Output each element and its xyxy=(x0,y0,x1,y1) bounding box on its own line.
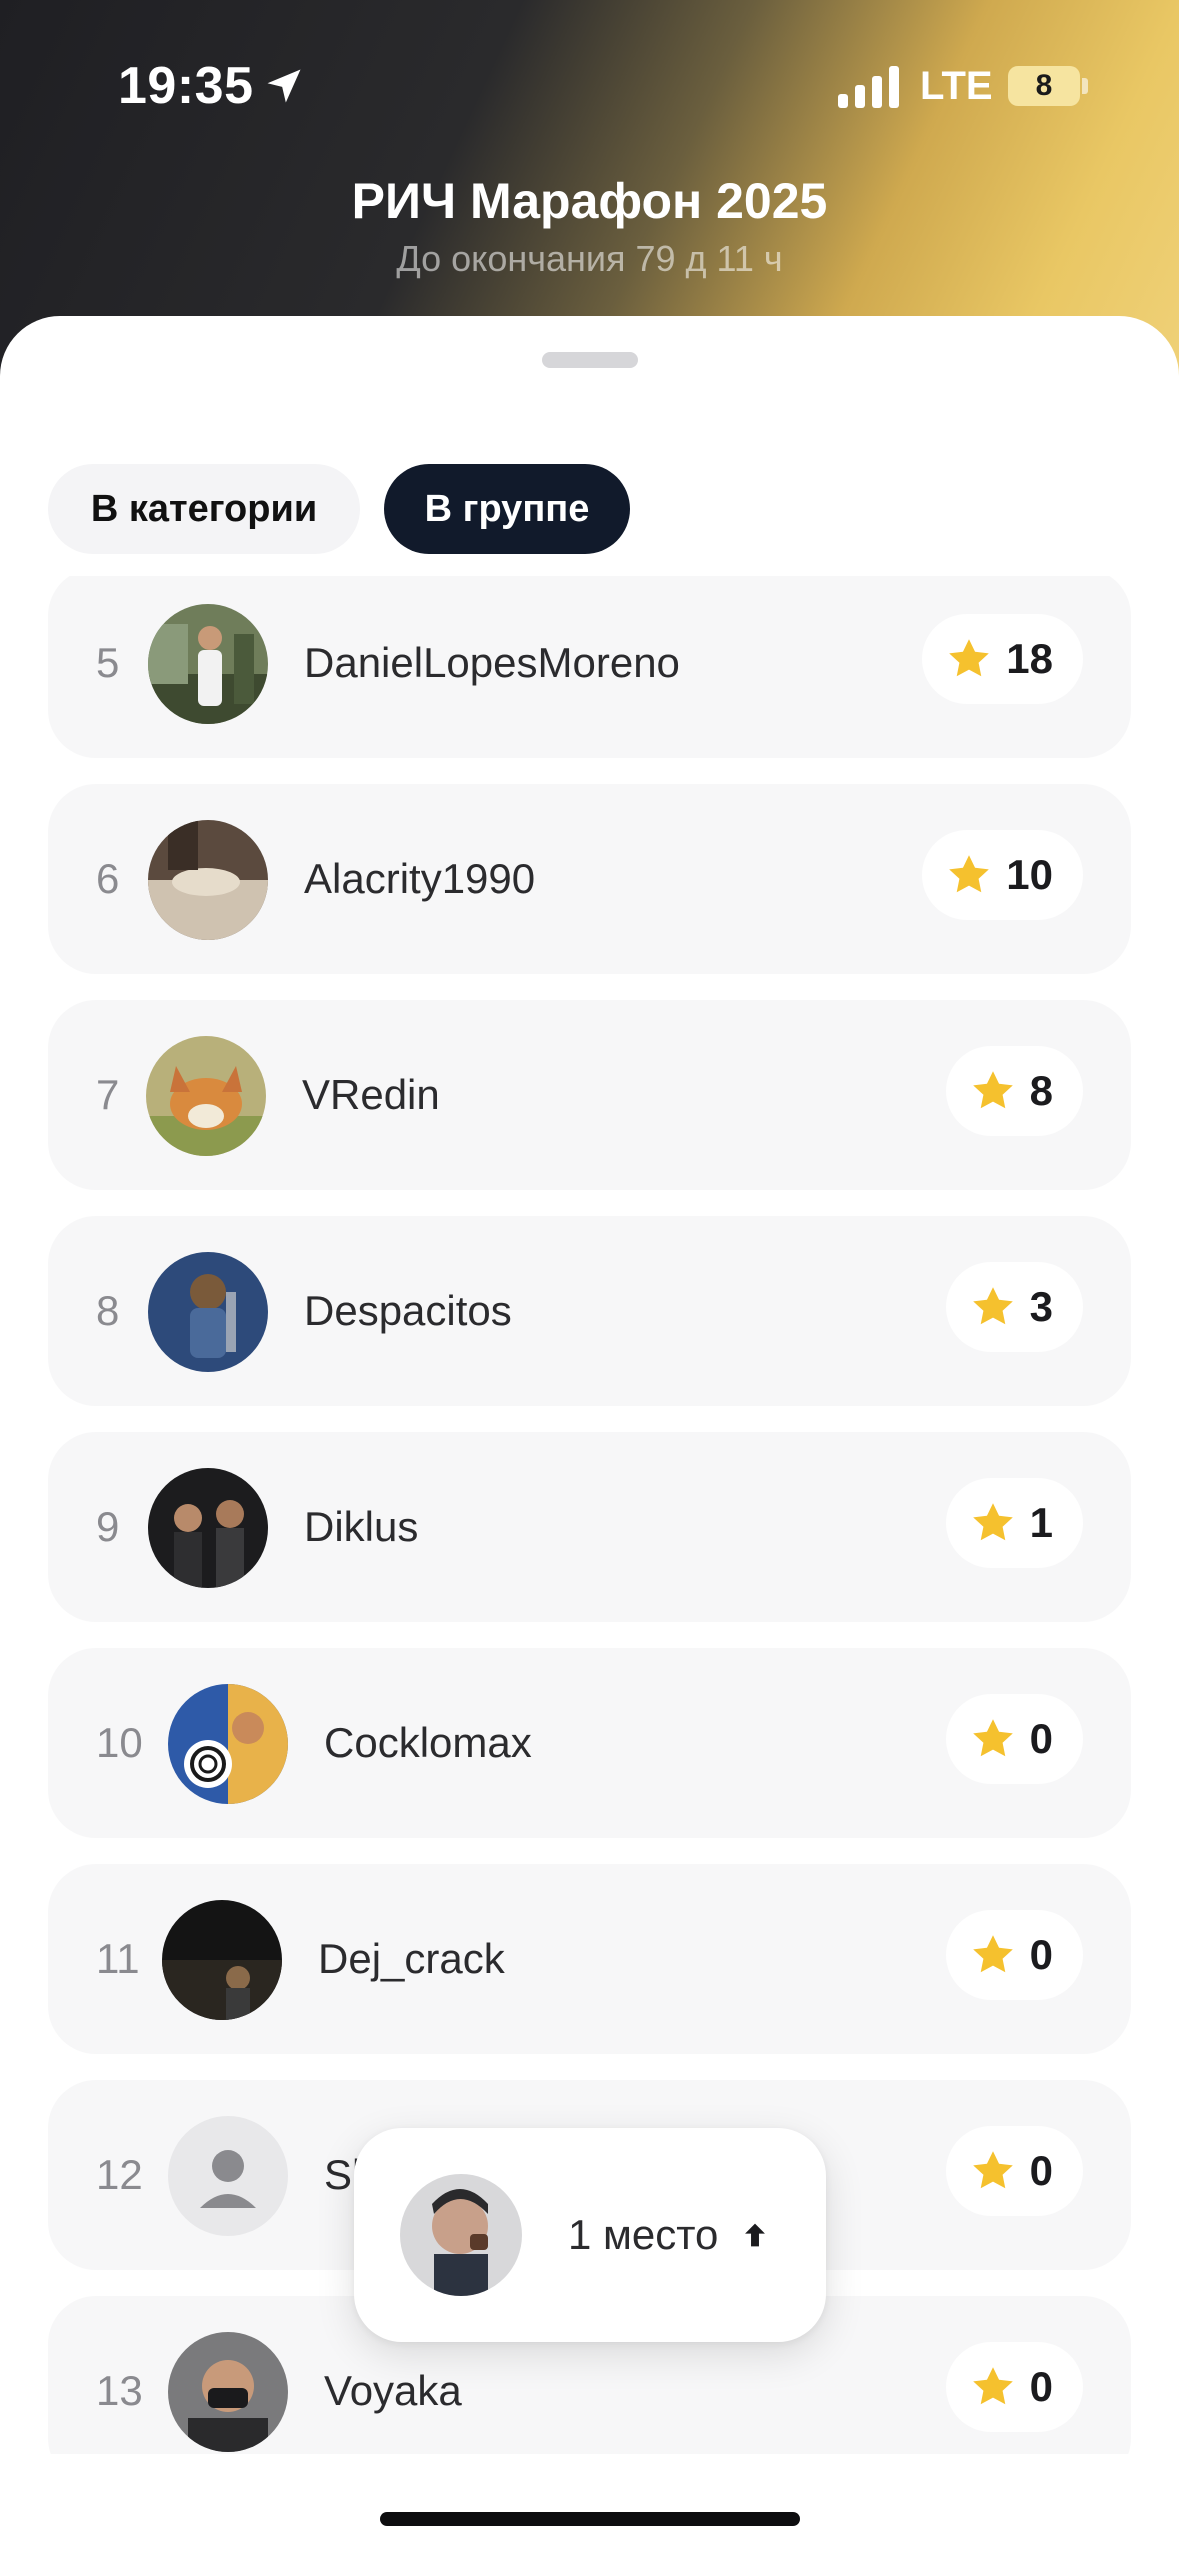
score-badge: 8 xyxy=(945,1046,1083,1136)
score-value: 10 xyxy=(1006,851,1053,898)
score-badge: 18 xyxy=(922,614,1083,704)
star-icon xyxy=(972,2151,1013,2189)
player-name: Cocklomax xyxy=(324,1719,532,1766)
rank-number: 5 xyxy=(96,639,120,686)
rank-number: 7 xyxy=(96,1071,120,1118)
score-value: 3 xyxy=(1029,1283,1053,1330)
tab-in-category[interactable]: В категории xyxy=(48,464,360,554)
arrow-up-icon xyxy=(745,2223,766,2247)
battery-indicator: 8 xyxy=(1008,66,1080,106)
rank-number: 13 xyxy=(96,2367,143,2414)
avatar xyxy=(148,1468,268,1588)
page-title: РИЧ Марафон 2025 xyxy=(351,173,828,229)
star-icon xyxy=(972,1935,1013,1973)
avatar xyxy=(148,604,268,724)
player-name: VRedin xyxy=(302,1071,440,1118)
sheet-grabber[interactable] xyxy=(542,352,638,368)
avatar xyxy=(168,1684,288,1804)
score-value: 8 xyxy=(1029,1067,1053,1114)
score-value: 0 xyxy=(1029,2363,1053,2410)
score-value: 18 xyxy=(1006,635,1053,682)
score-badge: 0 xyxy=(945,2342,1083,2432)
player-name: Alacrity1990 xyxy=(304,855,536,902)
my-position-toast[interactable]: 1 место xyxy=(354,2128,826,2342)
avatar xyxy=(168,2332,288,2452)
cellular-signal-icon xyxy=(838,66,899,108)
avatar xyxy=(146,1036,266,1156)
star-icon xyxy=(972,1719,1013,1757)
rank-number: 9 xyxy=(96,1503,120,1550)
score-badge: 1 xyxy=(945,1478,1083,1568)
rank-number: 8 xyxy=(96,1287,120,1334)
status-time: 19:35 xyxy=(118,57,254,115)
player-name: Despacitos xyxy=(304,1287,512,1334)
star-icon xyxy=(949,855,990,893)
avatar xyxy=(168,2116,288,2236)
star-icon xyxy=(949,639,990,677)
leaderboard-row[interactable]: 11 Dej_crack 0 xyxy=(48,1864,1131,2054)
rank-number: 11 xyxy=(96,1935,140,1982)
score-badge: 10 xyxy=(922,830,1083,920)
score-value: 0 xyxy=(1029,1931,1053,1978)
leaderboard-row[interactable]: 5 DanielLopesMoreno 18 xyxy=(48,576,1131,758)
score-badge: 0 xyxy=(945,2126,1083,2216)
countdown-subtitle: До окончания 79 д 11 ч xyxy=(396,238,783,279)
location-arrow-icon xyxy=(267,69,301,103)
score-value: 1 xyxy=(1029,1499,1053,1546)
tab-in-group[interactable]: В группе xyxy=(384,464,630,554)
score-value: 0 xyxy=(1029,2147,1053,2194)
player-name: DanielLopesMoreno xyxy=(304,639,680,686)
player-name: Dej_crack xyxy=(318,1935,505,1982)
score-badge: 0 xyxy=(945,1910,1083,2000)
rank-number: 6 xyxy=(96,855,120,902)
leaderboard-row[interactable]: 10 Cocklomax 0 xyxy=(48,1648,1131,1838)
star-icon xyxy=(972,1071,1013,1109)
status-bar: 19:35 LTE 8 xyxy=(0,0,1179,170)
avatar xyxy=(162,1900,282,2020)
leaderboard-row[interactable]: 9 Diklus 1 xyxy=(48,1432,1131,1622)
score-value: 0 xyxy=(1029,1715,1053,1762)
battery-level: 8 xyxy=(1035,69,1053,102)
network-type: LTE xyxy=(920,64,993,108)
leaderboard-row[interactable]: 7 VRedin 8 xyxy=(48,1000,1131,1190)
player-name: Diklus xyxy=(304,1503,419,1550)
avatar xyxy=(148,1252,268,1372)
star-icon xyxy=(972,2367,1013,2405)
position-text: 1 место xyxy=(568,2211,719,2258)
leaderboard-row[interactable]: 6 Alacrity1990 10 xyxy=(48,784,1131,974)
leaderboard-row[interactable]: 8 Despacitos 3 xyxy=(48,1216,1131,1406)
star-icon xyxy=(972,1287,1013,1325)
score-badge: 3 xyxy=(945,1262,1083,1352)
rank-number: 12 xyxy=(96,2151,143,2198)
rank-number: 10 xyxy=(96,1719,143,1766)
battery-cap xyxy=(1082,78,1088,94)
star-icon xyxy=(972,1503,1013,1541)
my-avatar xyxy=(400,2174,522,2296)
my-position-label: 1 место xyxy=(568,2128,772,2342)
avatar xyxy=(148,820,268,940)
home-indicator[interactable] xyxy=(380,2512,800,2526)
score-badge: 0 xyxy=(945,1694,1083,1784)
